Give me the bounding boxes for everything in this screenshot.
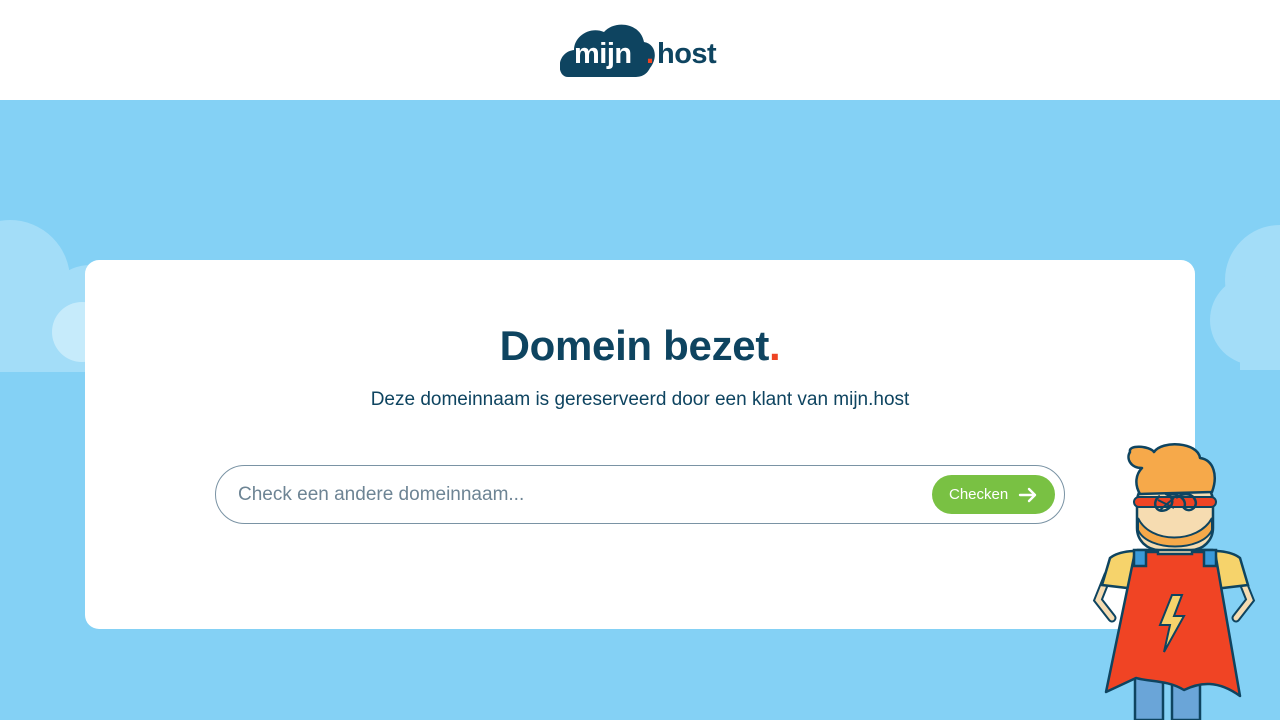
page-title-dot: .	[769, 322, 781, 369]
superhero-mascot-illustration	[1092, 443, 1256, 720]
logo-text-mijn: mijn	[574, 38, 632, 70]
logo-text-host: host	[657, 38, 717, 70]
domain-search-form: Checken	[215, 465, 1065, 524]
site-header: mijn . host	[0, 0, 1280, 100]
status-message: Deze domeinnaam is gereserveerd door een…	[370, 389, 910, 410]
mijn-host-logo[interactable]: mijn . host	[560, 22, 730, 80]
page-title: Domein bezet.	[85, 322, 1195, 370]
domain-search-input[interactable]	[236, 476, 920, 514]
check-button-label: Checken	[949, 486, 1009, 503]
background-cloud-right	[1210, 225, 1280, 370]
arrow-right-icon	[1018, 487, 1037, 503]
check-button[interactable]: Checken	[932, 475, 1055, 514]
page-title-text: Domein bezet	[499, 322, 770, 369]
logo-dot: .	[646, 38, 655, 70]
domain-status-card: Domein bezet. Deze domeinnaam is gereser…	[85, 260, 1195, 629]
